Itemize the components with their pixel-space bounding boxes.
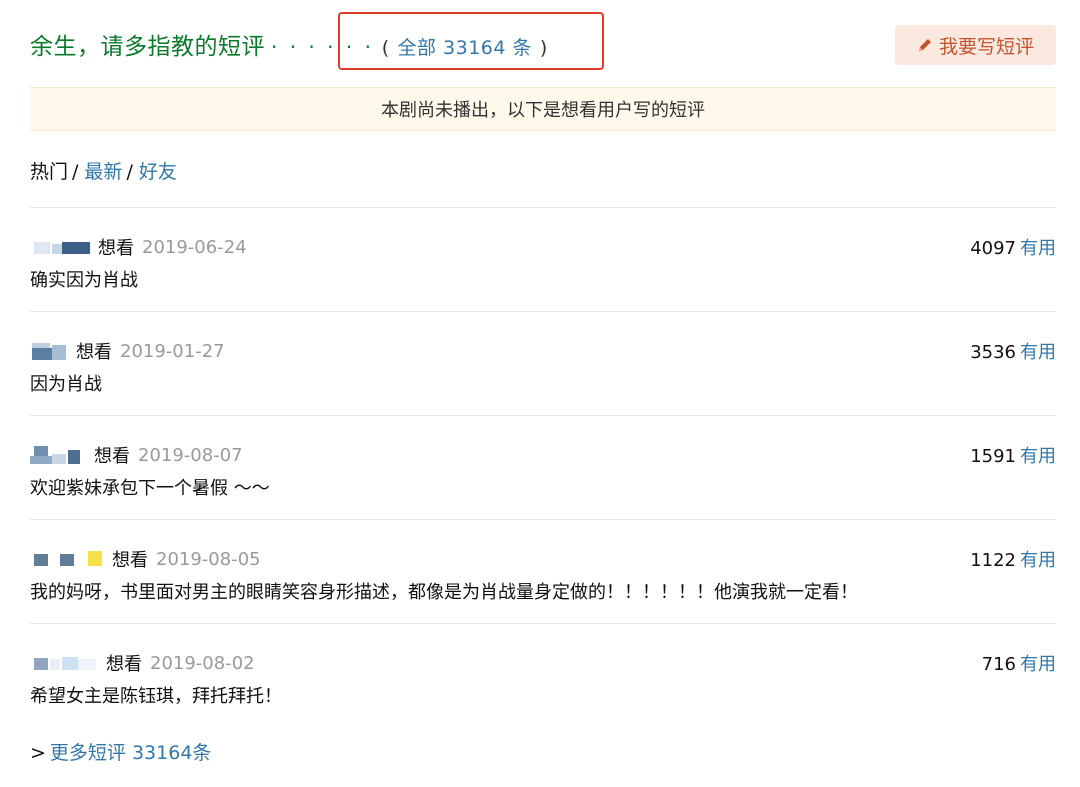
useful-button[interactable]: 有用 (1020, 550, 1056, 571)
not-aired-notice: 本剧尚未播出，以下是想看用户写的短评 (30, 87, 1056, 131)
tab-separator: / (126, 161, 133, 183)
blurred-username-icon[interactable] (30, 654, 100, 672)
more-comments: > 更多短评 33164条 (30, 738, 211, 765)
comment-date: 2019-08-07 (138, 444, 243, 466)
comment-item: 想看 2019-08-05 我的妈呀，书里面对男主的眼睛笑容身形描述，都像是为肖… (30, 520, 1056, 624)
comment-meta: 想看 2019-01-27 (30, 338, 225, 364)
comment-votes: 716 有用 (982, 650, 1056, 676)
comment-meta: 想看 2019-06-24 (30, 234, 247, 260)
vote-count: 1591 (970, 446, 1016, 467)
more-comments-link[interactable]: 更多短评 33164条 (50, 742, 211, 764)
comment-status: 想看 (94, 446, 130, 467)
chevron-right-icon: > (30, 742, 46, 764)
comment-text: 欢迎紫妹承包下一个暑假 ～～ (30, 478, 270, 499)
paren-open: ( (381, 37, 390, 59)
comment-status: 想看 (106, 654, 142, 675)
comment-votes: 1591 有用 (970, 442, 1056, 468)
tab-friends[interactable]: 好友 (139, 161, 177, 183)
paren-close: ) (539, 37, 548, 59)
comment-meta: 想看 2019-08-02 (30, 650, 255, 676)
blurred-username-icon[interactable] (30, 550, 106, 568)
useful-button[interactable]: 有用 (1020, 654, 1056, 675)
blurred-username-icon[interactable] (30, 238, 92, 256)
vote-count: 4097 (970, 238, 1016, 259)
tab-separator: / (72, 161, 79, 183)
vote-count: 3536 (970, 342, 1016, 363)
comment-status: 想看 (76, 342, 112, 363)
comment-date: 2019-01-27 (120, 340, 225, 362)
notice-text: 本剧尚未播出，以下是想看用户写的短评 (381, 100, 705, 121)
comment-date: 2019-08-05 (156, 548, 261, 570)
comment-text: 我的妈呀，书里面对男主的眼睛笑容身形描述，都像是为肖战量身定做的！！！！！！他演… (30, 582, 858, 603)
comment-item: 想看 2019-01-27 因为肖战 3536 有用 (30, 312, 1056, 416)
comment-date: 2019-06-24 (142, 236, 247, 258)
useful-button[interactable]: 有用 (1020, 342, 1056, 363)
comment-status: 想看 (112, 550, 148, 571)
page-title-text: 余生，请多指教的短评 (30, 34, 265, 60)
write-review-label: 我要写短评 (938, 35, 1034, 58)
comment-meta: 想看 2019-08-07 (30, 442, 243, 468)
vote-count: 716 (981, 654, 1016, 675)
blurred-username-icon[interactable] (30, 446, 88, 464)
comment-status: 想看 (98, 238, 134, 259)
comment-text: 确实因为肖战 (30, 270, 138, 291)
comment-item: 想看 2019-08-02 希望女主是陈钰琪，拜托拜托！ 716 有用 (30, 624, 1056, 728)
comment-votes: 1122 有用 (970, 546, 1056, 572)
sort-tabs: 热门 / 最新 / 好友 (30, 157, 177, 184)
comment-text: 因为肖战 (30, 374, 102, 395)
comment-item: 想看 2019-06-24 确实因为肖战 4097 有用 (30, 208, 1056, 312)
comment-votes: 3536 有用 (970, 338, 1056, 364)
useful-button[interactable]: 有用 (1020, 238, 1056, 259)
comment-item: 想看 2019-08-07 欢迎紫妹承包下一个暑假 ～～ 1591 有用 (30, 416, 1056, 520)
comment-votes: 4097 有用 (970, 234, 1056, 260)
page-title: 余生，请多指教的短评 · · · · · · ( 全部 33164 条 ) (30, 27, 548, 61)
comment-date: 2019-08-02 (150, 652, 255, 674)
all-comments-link[interactable]: 全部 33164 条 (397, 37, 532, 59)
comment-list: 想看 2019-06-24 确实因为肖战 4097 有用 想看 2019-01-2… (30, 208, 1056, 728)
tab-newest[interactable]: 最新 (84, 161, 122, 183)
write-review-button[interactable]: 我要写短评 (895, 25, 1056, 65)
useful-button[interactable]: 有用 (1020, 446, 1056, 467)
header: 余生，请多指教的短评 · · · · · · ( 全部 33164 条 ) 我要写… (30, 12, 1056, 70)
title-dots: · · · · · · (271, 35, 374, 59)
blurred-username-icon[interactable] (30, 342, 70, 360)
pencil-icon (917, 37, 933, 53)
vote-count: 1122 (970, 550, 1016, 571)
comment-meta: 想看 2019-08-05 (30, 546, 261, 572)
tab-hot[interactable]: 热门 (30, 161, 68, 183)
comment-text: 希望女主是陈钰琪，拜托拜托！ (30, 686, 282, 707)
